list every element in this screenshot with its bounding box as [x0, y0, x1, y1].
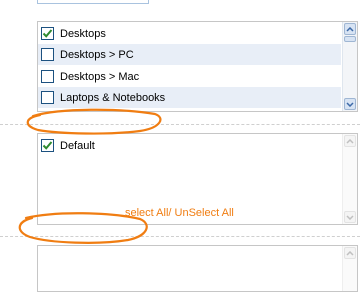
highlight-oval-1 [26, 108, 162, 135]
annotation-text: select All/ UnSelect All [125, 207, 234, 219]
annotation-highlight-ovals [18, 108, 162, 244]
